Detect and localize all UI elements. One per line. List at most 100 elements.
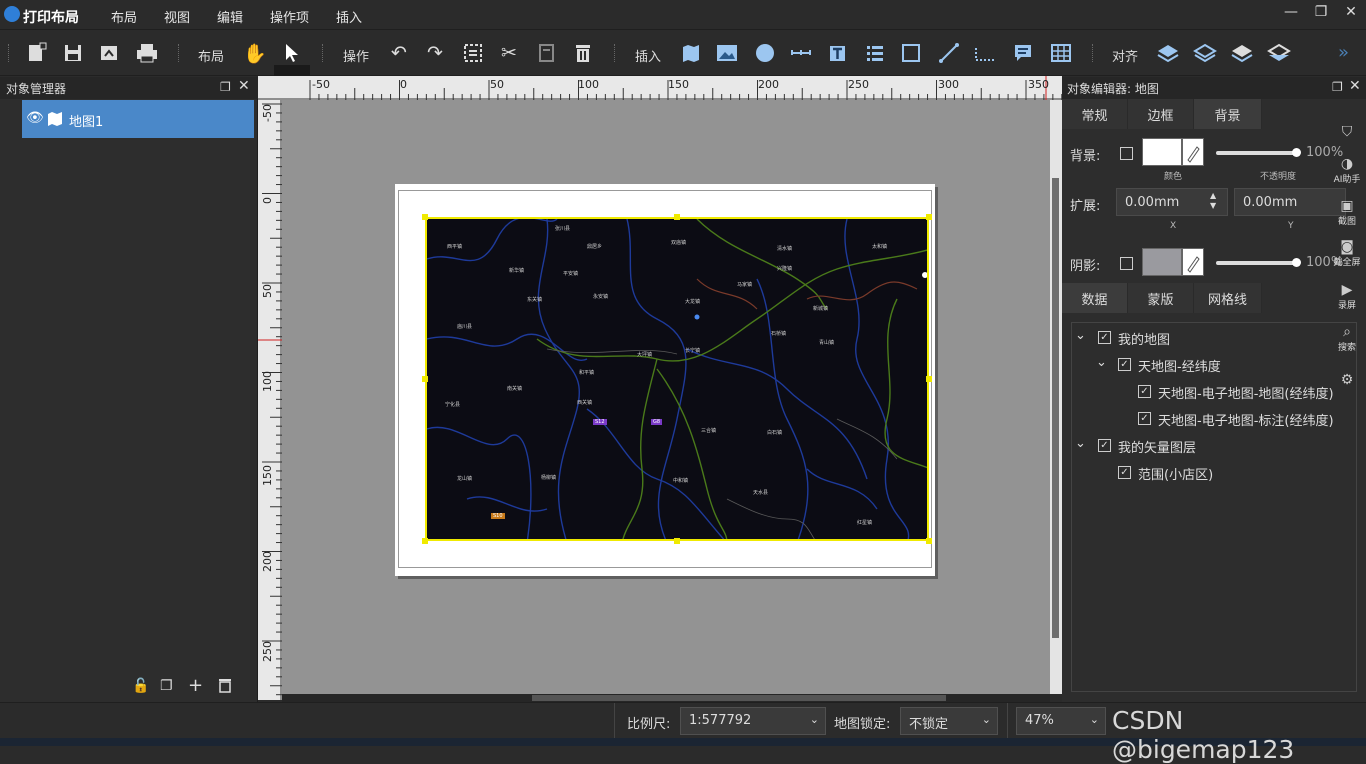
layer-item[interactable]: 范围(小店区) [1138,464,1213,483]
vertical-scroll-thumb[interactable] [1052,178,1059,638]
pan-hand-icon[interactable]: ✋ [240,35,270,71]
insert-compass-icon[interactable] [750,35,780,71]
menu-actions[interactable]: 操作项 [270,7,309,26]
float-panel-icon[interactable]: ❐ [1332,80,1343,94]
layer-checkbox[interactable]: ✓ [1098,331,1111,344]
insert-line-icon[interactable] [934,35,964,71]
close-button[interactable]: ✕ [1340,4,1362,24]
layer-checkbox[interactable]: ✓ [1098,439,1111,452]
slider-knob[interactable] [1292,148,1301,157]
layer-checkbox[interactable]: ✓ [1118,358,1131,371]
close-panel-icon[interactable]: ✕ [1349,78,1361,94]
select-all-icon[interactable] [458,35,488,71]
layer-item[interactable]: 我的矢量图层 [1118,437,1196,456]
expand-chevron-icon[interactable]: ⌄ [1075,328,1086,343]
insert-callout-icon[interactable] [1008,35,1038,71]
fullscreen-shot-button[interactable]: ◙ 截全屏 [1328,239,1366,268]
resize-handle[interactable] [422,538,428,544]
add-icon[interactable]: + [188,675,203,696]
horizontal-scroll-thumb[interactable] [532,695,946,701]
layer-item[interactable]: 天地图-电子地图-地图(经纬度) [1158,383,1334,402]
expand-chevron-icon[interactable]: ⌄ [1075,436,1086,451]
bring-forward-icon[interactable] [1190,35,1220,71]
tab-border[interactable]: 边框 [1128,99,1194,129]
layer-item[interactable]: 天地图-电子地图-标注(经纬度) [1158,410,1334,429]
resize-handle[interactable] [926,376,932,382]
spinner-icon[interactable]: ▲ ▼ [1210,191,1216,211]
minimize-button[interactable]: — [1280,4,1302,24]
toolbar-more-icon[interactable]: » [1338,42,1349,63]
new-layout-icon[interactable] [22,35,52,71]
select-arrow-icon[interactable] [277,35,307,71]
tab-background[interactable]: 背景 [1194,99,1262,129]
insert-map-icon[interactable] [676,35,706,71]
send-backward-icon[interactable] [1227,35,1257,71]
background-color-swatch[interactable] [1142,138,1182,166]
bring-to-front-icon[interactable] [1153,35,1183,71]
insert-rectangle-icon[interactable] [896,35,926,71]
redo-icon[interactable]: ↷ [420,35,450,71]
eyedropper-icon[interactable] [1182,248,1204,276]
insert-legend-icon[interactable] [860,35,890,71]
map-label: 东关镇 [527,297,543,303]
expand-chevron-icon[interactable]: ⌄ [1096,355,1107,370]
insert-polyline-icon[interactable] [970,35,1000,71]
resize-handle[interactable] [422,214,428,220]
settings-gear-icon[interactable]: ⚙ [1328,372,1366,388]
search-button[interactable]: ⌕ 搜索 [1328,324,1366,353]
duplicate-icon[interactable]: ❐ [160,678,173,694]
shadow-opacity-slider[interactable] [1216,261,1296,265]
layer-checkbox[interactable]: ✓ [1118,466,1131,479]
slider-knob[interactable] [1292,258,1301,267]
resize-handle[interactable] [674,214,680,220]
restore-button[interactable]: ❐ [1310,4,1332,24]
lock-icon[interactable]: 🔓 [132,678,149,694]
tab-gridlines[interactable]: 网格线 [1194,283,1262,313]
tab-data[interactable]: 数据 [1062,283,1128,313]
insert-text-icon[interactable] [822,35,852,71]
tab-general[interactable]: 常规 [1062,99,1128,129]
background-opacity-slider[interactable] [1216,151,1296,155]
menu-edit[interactable]: 编辑 [217,7,243,26]
print-icon[interactable] [132,35,162,71]
map-lock-select[interactable]: 不锁定 ⌄ [900,707,998,735]
cut-icon[interactable]: ✂ [494,35,524,71]
menu-insert[interactable]: 插入 [336,7,362,26]
save-icon[interactable] [58,35,88,71]
layer-checkbox[interactable]: ✓ [1138,412,1151,425]
copy-icon[interactable] [532,35,562,71]
ai-assistant-button[interactable]: ◑ AI助手 [1328,156,1366,185]
open-icon[interactable] [94,35,124,71]
resize-handle[interactable] [926,214,932,220]
send-to-back-icon[interactable] [1264,35,1294,71]
shield-icon[interactable]: ⛉ [1328,124,1366,140]
delete-icon[interactable] [568,35,598,71]
close-panel-icon[interactable]: ✕ [238,78,250,94]
undo-icon[interactable]: ↶ [384,35,414,71]
layer-checkbox[interactable]: ✓ [1138,385,1151,398]
menu-view[interactable]: 视图 [164,7,190,26]
resize-handle[interactable] [926,538,932,544]
eyedropper-icon[interactable] [1182,138,1204,166]
insert-image-icon[interactable] [712,35,742,71]
insert-scalebar-icon[interactable] [786,35,816,71]
tab-mask[interactable]: 蒙版 [1128,283,1194,313]
visibility-eye-icon[interactable]: 👁 [26,110,44,126]
record-button[interactable]: ▶ 录屏 [1328,282,1366,311]
zoom-select[interactable]: 47% ⌄ [1016,707,1106,735]
float-panel-icon[interactable]: ❐ [220,80,231,94]
trash-icon[interactable] [218,677,232,697]
resize-handle[interactable] [422,376,428,382]
resize-handle[interactable] [674,538,680,544]
shadow-color-swatch[interactable] [1142,248,1182,276]
scale-select[interactable]: 1:577792 ⌄ [680,707,826,735]
layer-item[interactable]: 我的地图 [1118,329,1170,348]
layer-item[interactable]: 天地图-经纬度 [1138,356,1221,375]
shadow-checkbox[interactable] [1120,257,1133,270]
screenshot-button[interactable]: ▣ 截图 [1328,198,1366,227]
object-item-map1[interactable]: 👁 地图1 [22,100,254,138]
background-checkbox[interactable] [1120,147,1133,160]
menu-layout[interactable]: 布局 [111,7,137,26]
map-item[interactable]: 张川县 鼎居乡 西平镇 双庙镇 大龙镇 清水镇 新华镇 平安镇 兴隆镇 马家镇 … [425,217,929,541]
insert-table-icon[interactable] [1046,35,1076,71]
